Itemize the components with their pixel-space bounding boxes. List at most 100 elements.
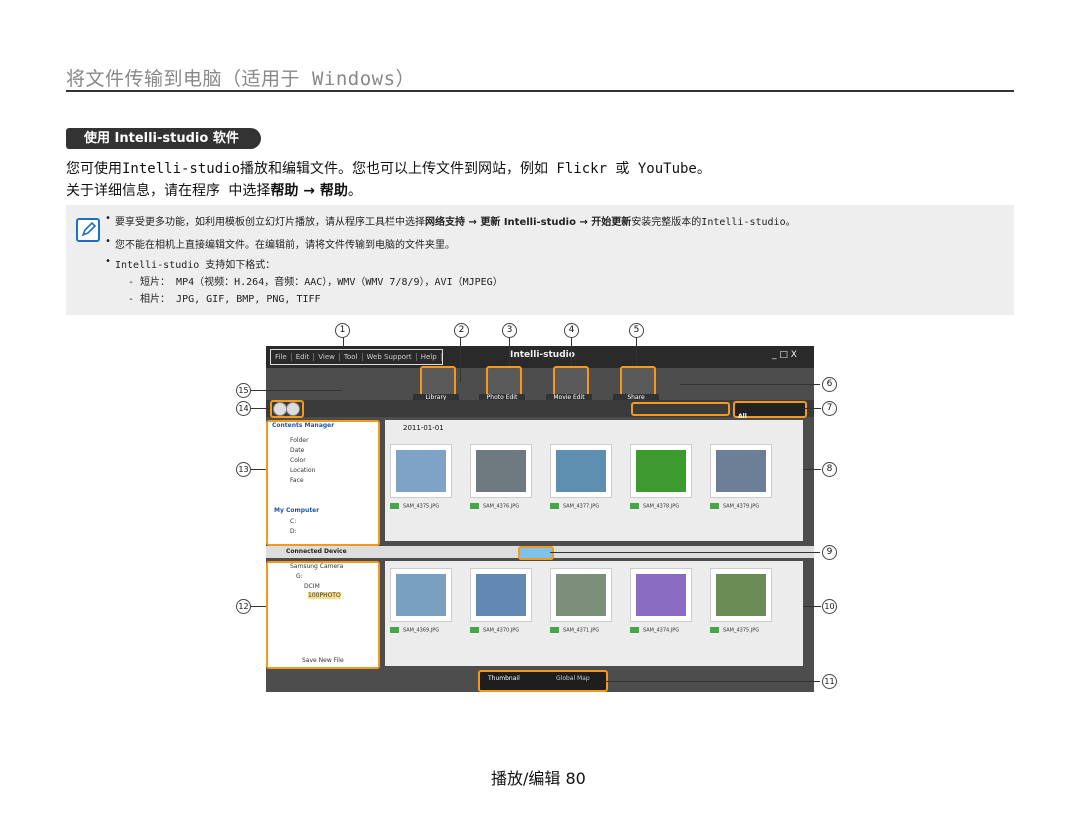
file-name-text: SAM_4376.JPG [483,503,520,510]
file-name: SAM_4378.JPG [630,503,679,510]
note-line-4: - 短片： MP4（视频：H.264，音频：AAC），WMV（WMV 7/8/9… [128,277,503,288]
thumbnail[interactable] [470,444,532,498]
thumbnail[interactable] [710,568,772,622]
file-name-text: SAM_4379.JPG [723,503,760,510]
device-drive-g[interactable]: G: [296,573,303,580]
thumbnail[interactable] [550,568,612,622]
page-title: 将文件传输到电脑（适用于 Windows） [66,68,416,90]
note-line-1-prefix: 要享受更多功能，如利用模板创立幻灯片播放，请从程序工具栏中选择 [115,217,425,228]
file-name-text: SAM_4369.JPG [403,627,440,634]
callout-4: 4 [564,323,579,338]
file-name-text: SAM_4377.JPG [563,503,600,510]
drive-d[interactable]: D: [290,528,297,535]
tree-folder[interactable]: Folder [290,437,309,444]
date-label: 2011-01-01 [403,424,444,432]
callout-11: 11 [822,674,837,689]
file-name: SAM_4375.JPG [710,627,759,634]
thumbnail[interactable] [550,444,612,498]
callout-15: 15 [236,383,251,398]
tree-color[interactable]: Color [290,457,306,464]
file-name: SAM_4376.JPG [470,503,519,510]
callout-13: 13 [236,462,251,477]
thumbnail[interactable] [390,568,452,622]
tree-face[interactable]: Face [290,477,304,484]
menu-tool[interactable]: Tool [339,353,363,361]
menu-web-support[interactable]: Web Support [362,353,417,361]
tree-location[interactable]: Location [290,467,315,474]
file-name-text: SAM_4371.JPG [563,627,600,634]
callout-line [680,384,820,385]
file-name: SAM_4369.JPG [390,627,439,634]
device-camera[interactable]: Samsung Camera [290,563,343,570]
file-name-text: SAM_4375.JPG [723,627,760,634]
file-name-text: SAM_4378.JPG [643,503,680,510]
tab-thumbnail[interactable]: Thumbnail [488,675,520,682]
app-brand: Intelli-studio [510,350,575,360]
file-name: SAM_4371.JPG [550,627,599,634]
callout-line [550,552,820,553]
menu-edit[interactable]: Edit [291,353,315,361]
file-name-text: SAM_4370.JPG [483,627,520,634]
callout-3: 3 [502,323,517,338]
file-name: SAM_4374.JPG [630,627,679,634]
file-name: SAM_4377.JPG [550,503,599,510]
file-name-text: SAM_4375.JPG [403,503,440,510]
tab-global-map[interactable]: Global Map [556,675,590,682]
note-pencil-icon [76,218,100,242]
thumbnail[interactable] [710,444,772,498]
intro-line-2: 关于详细信息，请在程序 中选择帮助 → 帮助。 [66,180,362,200]
callout-line [803,469,821,470]
intro-line-2-suffix: 。 [347,183,362,199]
tree-date[interactable]: Date [290,447,304,454]
contents-manager-title: Contents Manager [272,422,335,429]
connected-device-title: Connected Device [286,548,347,555]
callout-2: 2 [454,323,469,338]
menu-help[interactable]: Help [416,353,442,361]
callout-line [803,606,821,607]
expand-toggle[interactable] [518,546,554,560]
callout-line [636,334,637,366]
note-line-1: 要享受更多功能，如利用模板创立幻灯片播放，请从程序工具栏中选择网络支持 → 更新… [105,213,796,228]
device-100photo[interactable]: 100PHOTO [308,592,341,599]
callout-10: 10 [822,599,837,614]
note-line-1-bold: 网络支持 → 更新 Intelli-studio → 开始更新 [425,217,632,228]
thumbnail[interactable] [630,568,692,622]
secondary-toolbar [266,400,814,417]
callout-1: 1 [335,323,350,338]
zoom-slider[interactable] [631,402,730,416]
callout-7: 7 [822,401,837,416]
back-arrow-icon[interactable] [273,402,287,416]
callout-line [250,390,342,391]
forward-arrow-icon[interactable] [286,402,300,416]
device-dcim[interactable]: DCIM [304,583,320,590]
callout-line [509,334,510,366]
section-tab: 使用 Intelli-studio 软件 [66,128,261,149]
view-tabs[interactable]: All [733,401,807,420]
callout-5: 5 [629,323,644,338]
thumbnail[interactable] [390,444,452,498]
note-line-1-suffix: 安装完整版本的Intelli-studio。 [631,217,796,228]
my-computer-title: My Computer [274,507,320,514]
device-panel [266,561,380,669]
callout-8: 8 [822,462,837,477]
intro-line-2-bold: 帮助 → 帮助 [270,183,348,199]
callout-14: 14 [236,401,251,416]
thumbnail[interactable] [630,444,692,498]
intro-line-2-prefix: 关于详细信息，请在程序 中选择 [66,183,271,199]
view-tab-all[interactable]: All [735,413,747,420]
thumbnail[interactable] [470,568,532,622]
file-name-text: SAM_4374.JPG [643,627,680,634]
note-line-2: 您不能在相机上直接编辑文件。在编辑前，请将文件传输到电脑的文件夹里。 [105,236,455,251]
menu-bar[interactable]: File Edit View Tool Web Support Help [270,349,443,365]
window-controls[interactable]: _ □ X [772,350,797,360]
save-new-file-button[interactable]: Save New File [302,657,344,664]
drive-c[interactable]: C: [290,518,296,525]
callout-line [250,469,266,470]
file-name: SAM_4370.JPG [470,627,519,634]
menu-view[interactable]: View [314,353,340,361]
callout-line [571,334,572,366]
note-line-5: - 相片： JPG, GIF, BMP, PNG, TIFF [128,294,321,305]
intro-line-1: 您可使用Intelli-studio播放和编辑文件。您也可以上传文件到网站，例如… [66,161,711,177]
menu-file[interactable]: File [271,353,292,361]
page-footer: 播放/编辑 80 [491,769,586,788]
